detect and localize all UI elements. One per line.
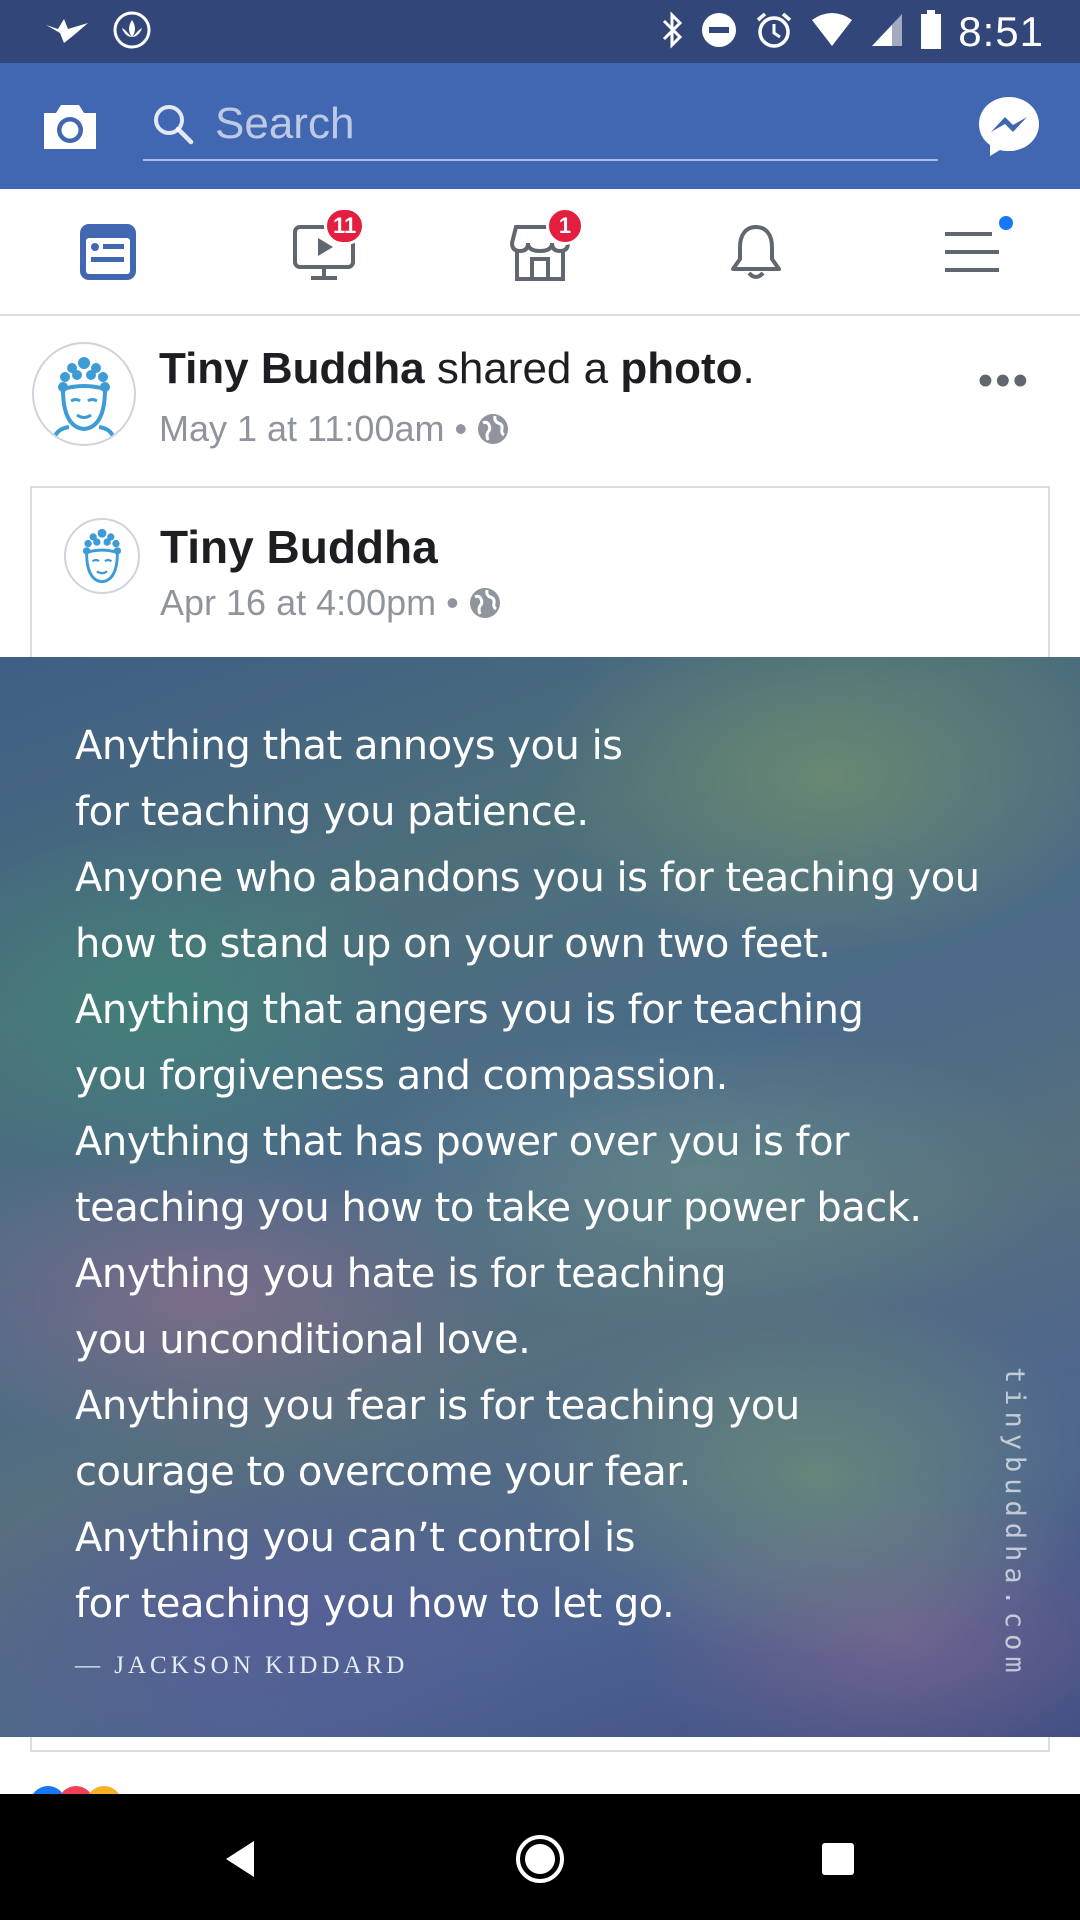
back-icon: [226, 1841, 254, 1877]
quote-line: Anything you hate is for teaching: [75, 1251, 726, 1297]
quote-line: courage to overcome your fear.: [75, 1449, 691, 1495]
post-header: Tiny Buddha shared a photo. May 1 at 11:…: [0, 318, 1080, 468]
post-punct: .: [742, 344, 755, 393]
alarm-icon: [754, 10, 794, 55]
tab-news-feed[interactable]: [68, 215, 148, 289]
quote-line: teaching you how to take your power back…: [75, 1185, 922, 1231]
quote-line: how to stand up on your own two feet.: [75, 921, 831, 967]
top-app-bar: Search: [0, 63, 1080, 189]
camera-icon[interactable]: [38, 95, 102, 159]
quote-line: Anyone who abandons you is for teaching …: [75, 855, 980, 901]
more-options-button[interactable]: •••: [978, 356, 1030, 406]
post-object[interactable]: photo: [620, 344, 742, 393]
shared-timestamp[interactable]: Apr 16 at 4:00pm: [160, 582, 436, 624]
quote-line: Anything you fear is for teaching you: [75, 1383, 800, 1429]
messenger-icon[interactable]: [976, 93, 1042, 159]
quote-line: for teaching you how to let go.: [75, 1581, 675, 1627]
signal-icon: [870, 12, 904, 53]
globe-icon: [469, 588, 500, 618]
home-icon: [516, 1835, 564, 1883]
quote-author: — JACKSON KIDDARD: [75, 1652, 409, 1679]
post-meta: May 1 at 11:00am •: [159, 408, 509, 450]
quote-line: Anything that annoys you is: [75, 723, 623, 769]
system-nav-bar: [0, 1794, 1080, 1920]
search-input[interactable]: Search: [143, 89, 938, 161]
buddha-icon: [53, 357, 115, 438]
post-action-text: shared a: [424, 344, 621, 393]
home-button[interactable]: [505, 1824, 575, 1894]
watermark: tinybuddha.com: [999, 1367, 1030, 1679]
quote-line: for teaching you patience.: [75, 789, 589, 835]
shared-author[interactable]: Tiny Buddha: [160, 520, 438, 574]
search-icon: [154, 105, 194, 145]
bird-icon: [44, 15, 90, 50]
quote-line: Anything that angers you is for teaching: [75, 987, 864, 1033]
recents-icon: [822, 1843, 854, 1875]
tab-notifications[interactable]: [716, 215, 796, 289]
menu-icon: [945, 232, 999, 272]
avatar[interactable]: [32, 342, 136, 446]
globe-icon: [478, 414, 509, 444]
tab-marketplace[interactable]: 1: [500, 207, 584, 289]
tab-menu[interactable]: [932, 213, 1016, 289]
quote-text: Anything that annoys you is for teaching …: [75, 713, 980, 1637]
bell-icon: [731, 225, 781, 279]
post-author[interactable]: Tiny Buddha: [159, 344, 425, 393]
quote-line: you forgiveness and compassion.: [75, 1053, 728, 1099]
status-bar: 8:51: [0, 0, 1080, 63]
watch-badge: 11: [324, 207, 366, 245]
lotus-icon: [112, 10, 152, 55]
menu-notification-dot: [996, 213, 1016, 233]
post-timestamp[interactable]: May 1 at 11:00am: [159, 408, 445, 450]
bluetooth-icon: [660, 10, 684, 55]
post-photo[interactable]: Anything that annoys you is for teaching …: [0, 657, 1080, 1737]
back-button[interactable]: [205, 1824, 275, 1894]
quote-line: Anything that has power over you is for: [75, 1119, 849, 1165]
nav-tabs: 11 1: [0, 189, 1080, 316]
search-placeholder: Search: [215, 99, 355, 148]
shared-meta: Apr 16 at 4:00pm •: [160, 582, 501, 624]
meta-separator: •: [454, 408, 468, 449]
news-feed-icon: [80, 224, 136, 280]
shared-avatar[interactable]: [64, 518, 140, 594]
quote-line: Anything you can’t control is: [75, 1515, 635, 1561]
recents-button[interactable]: [803, 1824, 873, 1894]
wifi-icon: [810, 12, 854, 53]
buddha-icon: [82, 528, 122, 584]
marketplace-badge: 1: [546, 207, 584, 245]
clock: 8:51: [958, 8, 1044, 55]
battery-icon: [920, 9, 942, 55]
meta-separator: •: [446, 582, 459, 623]
tab-watch[interactable]: 11: [284, 207, 366, 289]
post-headline: Tiny Buddha shared a photo.: [159, 344, 755, 394]
do-not-disturb-icon: [700, 11, 738, 54]
quote-line: you unconditional love.: [75, 1317, 531, 1363]
